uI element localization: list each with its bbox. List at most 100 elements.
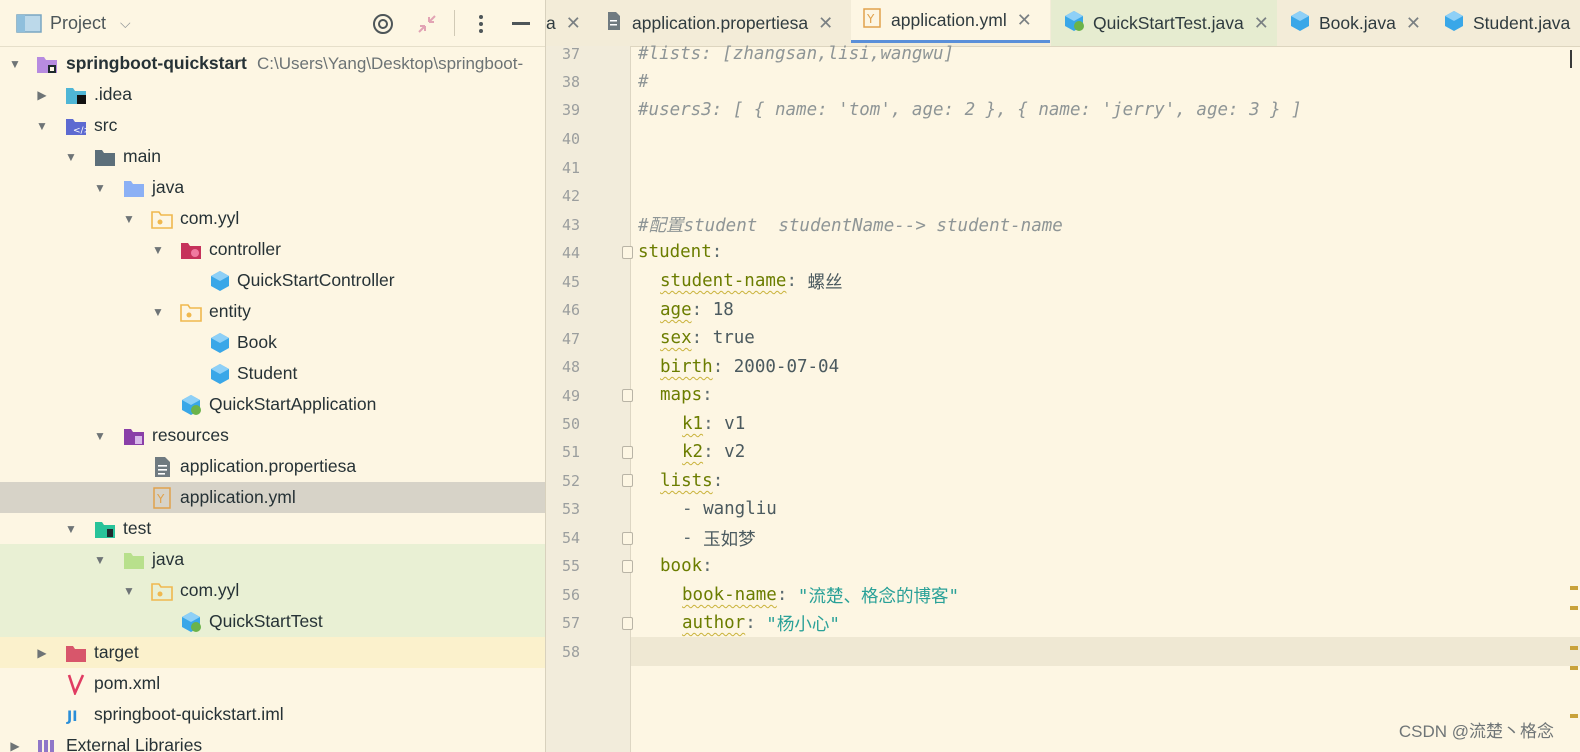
close-icon[interactable]: ✕ [566, 13, 581, 34]
yaml-list-item: 玉如梦 [703, 529, 756, 550]
yaml-file-icon: Y [151, 486, 173, 509]
tree-item-label: com.yyl [180, 580, 240, 600]
tree-item-application-propertiesa[interactable]: application.propertiesa [0, 451, 545, 482]
yaml-key: book-name [682, 585, 777, 605]
yaml-string-value: "杨小心" [766, 614, 840, 635]
tree-item-entity[interactable]: ▼ entity [0, 296, 545, 327]
expand-arrow-icon[interactable]: ▼ [35, 119, 49, 133]
separator-divider [454, 10, 455, 36]
tree-item-label: main [123, 146, 161, 166]
tree-item-controller[interactable]: ▼ controller [0, 234, 545, 265]
tree-item-path: C:\Users\Yang\Desktop\springboot- [257, 53, 524, 73]
fold-marker-icon[interactable] [622, 560, 633, 573]
collapsed-arrow-icon[interactable]: ▶ [35, 646, 49, 660]
warning-mark[interactable] [1570, 666, 1578, 670]
fold-end-marker-icon[interactable] [622, 532, 633, 545]
code-line-44: student: [638, 242, 723, 262]
tree-item-idea[interactable]: ▶ .idea [0, 79, 545, 110]
warning-mark[interactable] [1570, 50, 1580, 68]
tree-item-external-libraries[interactable]: ▶ External Libraries [0, 730, 545, 752]
expand-arrow-icon[interactable]: ▼ [151, 305, 165, 319]
warning-mark[interactable] [1570, 646, 1578, 650]
tree-item-pom-xml[interactable]: pom.xml [0, 668, 545, 699]
collapsed-arrow-icon[interactable]: ▶ [8, 739, 22, 752]
project-view-icon[interactable] [16, 12, 42, 34]
tree-item-target[interactable]: ▶ target [0, 637, 545, 668]
tab-a[interactable]: a ✕ [546, 0, 581, 46]
tree-item-label: com.yyl [180, 208, 240, 228]
class-icon [209, 332, 231, 353]
close-icon[interactable]: ✕ [818, 13, 833, 34]
tab-book-java[interactable]: Book.java ✕ [1289, 0, 1421, 46]
tree-item-book[interactable]: Book [0, 327, 545, 358]
fold-marker-icon[interactable] [622, 474, 633, 487]
tab-student-java[interactable]: Student.java [1443, 0, 1570, 46]
close-icon[interactable]: ✕ [1254, 13, 1269, 34]
line-number: 52 [561, 472, 580, 490]
tree-item-quickstarttest[interactable]: QuickStartTest [0, 606, 545, 637]
tab-application-yml[interactable]: Y application.yml ✕ [851, 0, 1050, 43]
tree-item-resources[interactable]: ▼ resources [0, 420, 545, 451]
tree-item-test[interactable]: ▼ test [0, 513, 545, 544]
class-icon [209, 363, 231, 384]
expand-arrow-icon[interactable]: ▼ [93, 553, 107, 567]
tree-item-label: springboot-quickstart.iml [94, 704, 284, 724]
text-file-icon [606, 11, 622, 36]
class-icon [1289, 10, 1311, 37]
idea-folder-icon [65, 85, 87, 105]
tree-item-src[interactable]: ▼ </> src [0, 110, 545, 141]
tree-item-iml[interactable]: JI springboot-quickstart.iml [0, 699, 545, 730]
fold-end-marker-icon[interactable] [622, 446, 633, 459]
expand-arrow-icon[interactable]: ▼ [93, 181, 107, 195]
expand-arrow-icon[interactable]: ▼ [93, 429, 107, 443]
svg-text:</>: </> [73, 126, 87, 136]
tab-quickstarttest-java[interactable]: QuickStartTest.java ✕ [1051, 0, 1277, 46]
tree-item-java[interactable]: ▼ java [0, 172, 545, 203]
tree-item-student[interactable]: Student [0, 358, 545, 389]
tab-label: Student.java [1473, 12, 1571, 33]
tree-item-label: controller [209, 239, 281, 259]
expand-arrow-icon[interactable]: ▼ [122, 212, 136, 226]
warning-mark[interactable] [1570, 586, 1578, 590]
tree-item-test-java[interactable]: ▼ java [0, 544, 545, 575]
expand-arrow-icon[interactable]: ▼ [8, 57, 22, 71]
warning-mark[interactable] [1570, 714, 1578, 718]
fold-marker-icon[interactable] [622, 246, 633, 259]
chevron-down-icon[interactable]: ⌵ [120, 15, 131, 32]
tree-item-label: target [94, 642, 139, 662]
line-number: 48 [561, 358, 580, 376]
locate-target-icon[interactable] [372, 13, 394, 40]
minimize-icon[interactable] [512, 22, 530, 25]
tree-item-application-yml[interactable]: Y application.yml [0, 482, 545, 513]
yaml-value: v2 [724, 442, 746, 462]
collapsed-arrow-icon[interactable]: ▶ [35, 88, 49, 102]
collapse-all-icon[interactable] [416, 13, 438, 40]
error-stripe[interactable] [1568, 46, 1580, 752]
expand-arrow-icon[interactable]: ▼ [64, 150, 78, 164]
warning-mark[interactable] [1570, 606, 1578, 610]
comment-text: # [638, 72, 649, 92]
tree-item-springboot-quickstart[interactable]: ▼ springboot-quickstart C:\Users\Yang\De… [0, 48, 545, 79]
expand-arrow-icon[interactable]: ▼ [122, 584, 136, 598]
yaml-key: book [660, 556, 703, 576]
fold-end-marker-icon[interactable] [622, 617, 633, 630]
expand-arrow-icon[interactable]: ▼ [151, 243, 165, 257]
line-number: 43 [561, 216, 580, 234]
tree-item-main[interactable]: ▼ main [0, 141, 545, 172]
close-icon[interactable]: ✕ [1017, 10, 1032, 31]
expand-arrow-icon[interactable]: ▼ [64, 522, 78, 536]
line-number: 46 [561, 301, 580, 319]
code-line-46: age: 18 [660, 300, 734, 320]
tree-item-test-com-yyl[interactable]: ▼ com.yyl [0, 575, 545, 606]
tree-item-quickstartapplication[interactable]: QuickStartApplication [0, 389, 545, 420]
fold-marker-icon[interactable] [622, 389, 633, 402]
tree-item-com-yyl[interactable]: ▼ com.yyl [0, 203, 545, 234]
tree-item-quickstartcontroller[interactable]: QuickStartController [0, 265, 545, 296]
close-icon[interactable]: ✕ [1406, 13, 1421, 34]
yaml-key: maps [660, 385, 703, 405]
line-number: 51 [561, 443, 580, 461]
more-options-icon[interactable] [474, 13, 488, 40]
yaml-key: birth [660, 357, 713, 377]
project-panel-title[interactable]: Project [50, 13, 106, 34]
comment-text: #users3: [ { name: 'tom', age: 2 }, { na… [638, 100, 1302, 120]
